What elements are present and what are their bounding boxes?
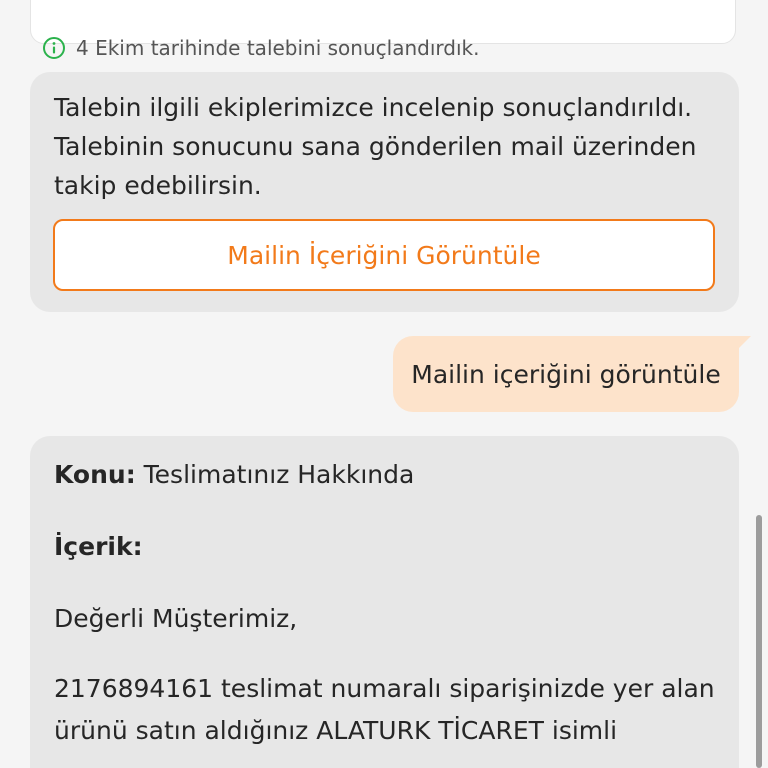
status-row: 4 Ekim tarihinde talebini sonuçlandırdık… [42,36,479,60]
user-message-text: Mailin içeriğini görüntüle [411,359,721,389]
mail-subject: Konu: Teslimatınız Hakkında [54,460,414,489]
scrollbar[interactable] [756,515,762,768]
user-bubble-tail [737,336,751,350]
mail-content-heading: İçerik: [54,532,143,561]
bot-message-line: Talebin ilgili ekiplerimizce incelenip s… [54,93,693,122]
bot-message-text: Talebin ilgili ekiplerimizce incelenip s… [54,88,714,205]
info-icon [42,36,66,60]
mail-content-bubble: Konu: Teslimatınız Hakkında İçerik: Değe… [30,436,739,768]
user-message-bubble: Mailin içeriğini görüntüle [393,336,739,412]
mail-body-line: 2176894161 teslimat numaralı siparişiniz… [54,674,715,703]
mail-greeting: Değerli Müşterimiz, [54,604,298,633]
chat-screen: 4 Ekim tarihinde talebini sonuçlandırdık… [0,0,768,768]
bot-message-line: Talebinin sonucunu sana gönderilen mail … [54,132,697,161]
bot-message-bubble: Talebin ilgili ekiplerimizce incelenip s… [30,72,739,312]
status-text: 4 Ekim tarihinde talebini sonuçlandırdık… [76,36,480,60]
mail-subject-label: Konu: [54,460,136,489]
mail-content-label: İçerik: [54,532,143,561]
view-mail-button[interactable]: Mailin İçeriğini Görüntüle [53,219,715,291]
bot-message-line: takip edebilirsin. [54,171,262,200]
mail-body-line: ürünü satın aldığınız ALATURK TİCARET is… [54,716,618,745]
mail-subject-value: Teslimatınız Hakkında [143,460,415,489]
